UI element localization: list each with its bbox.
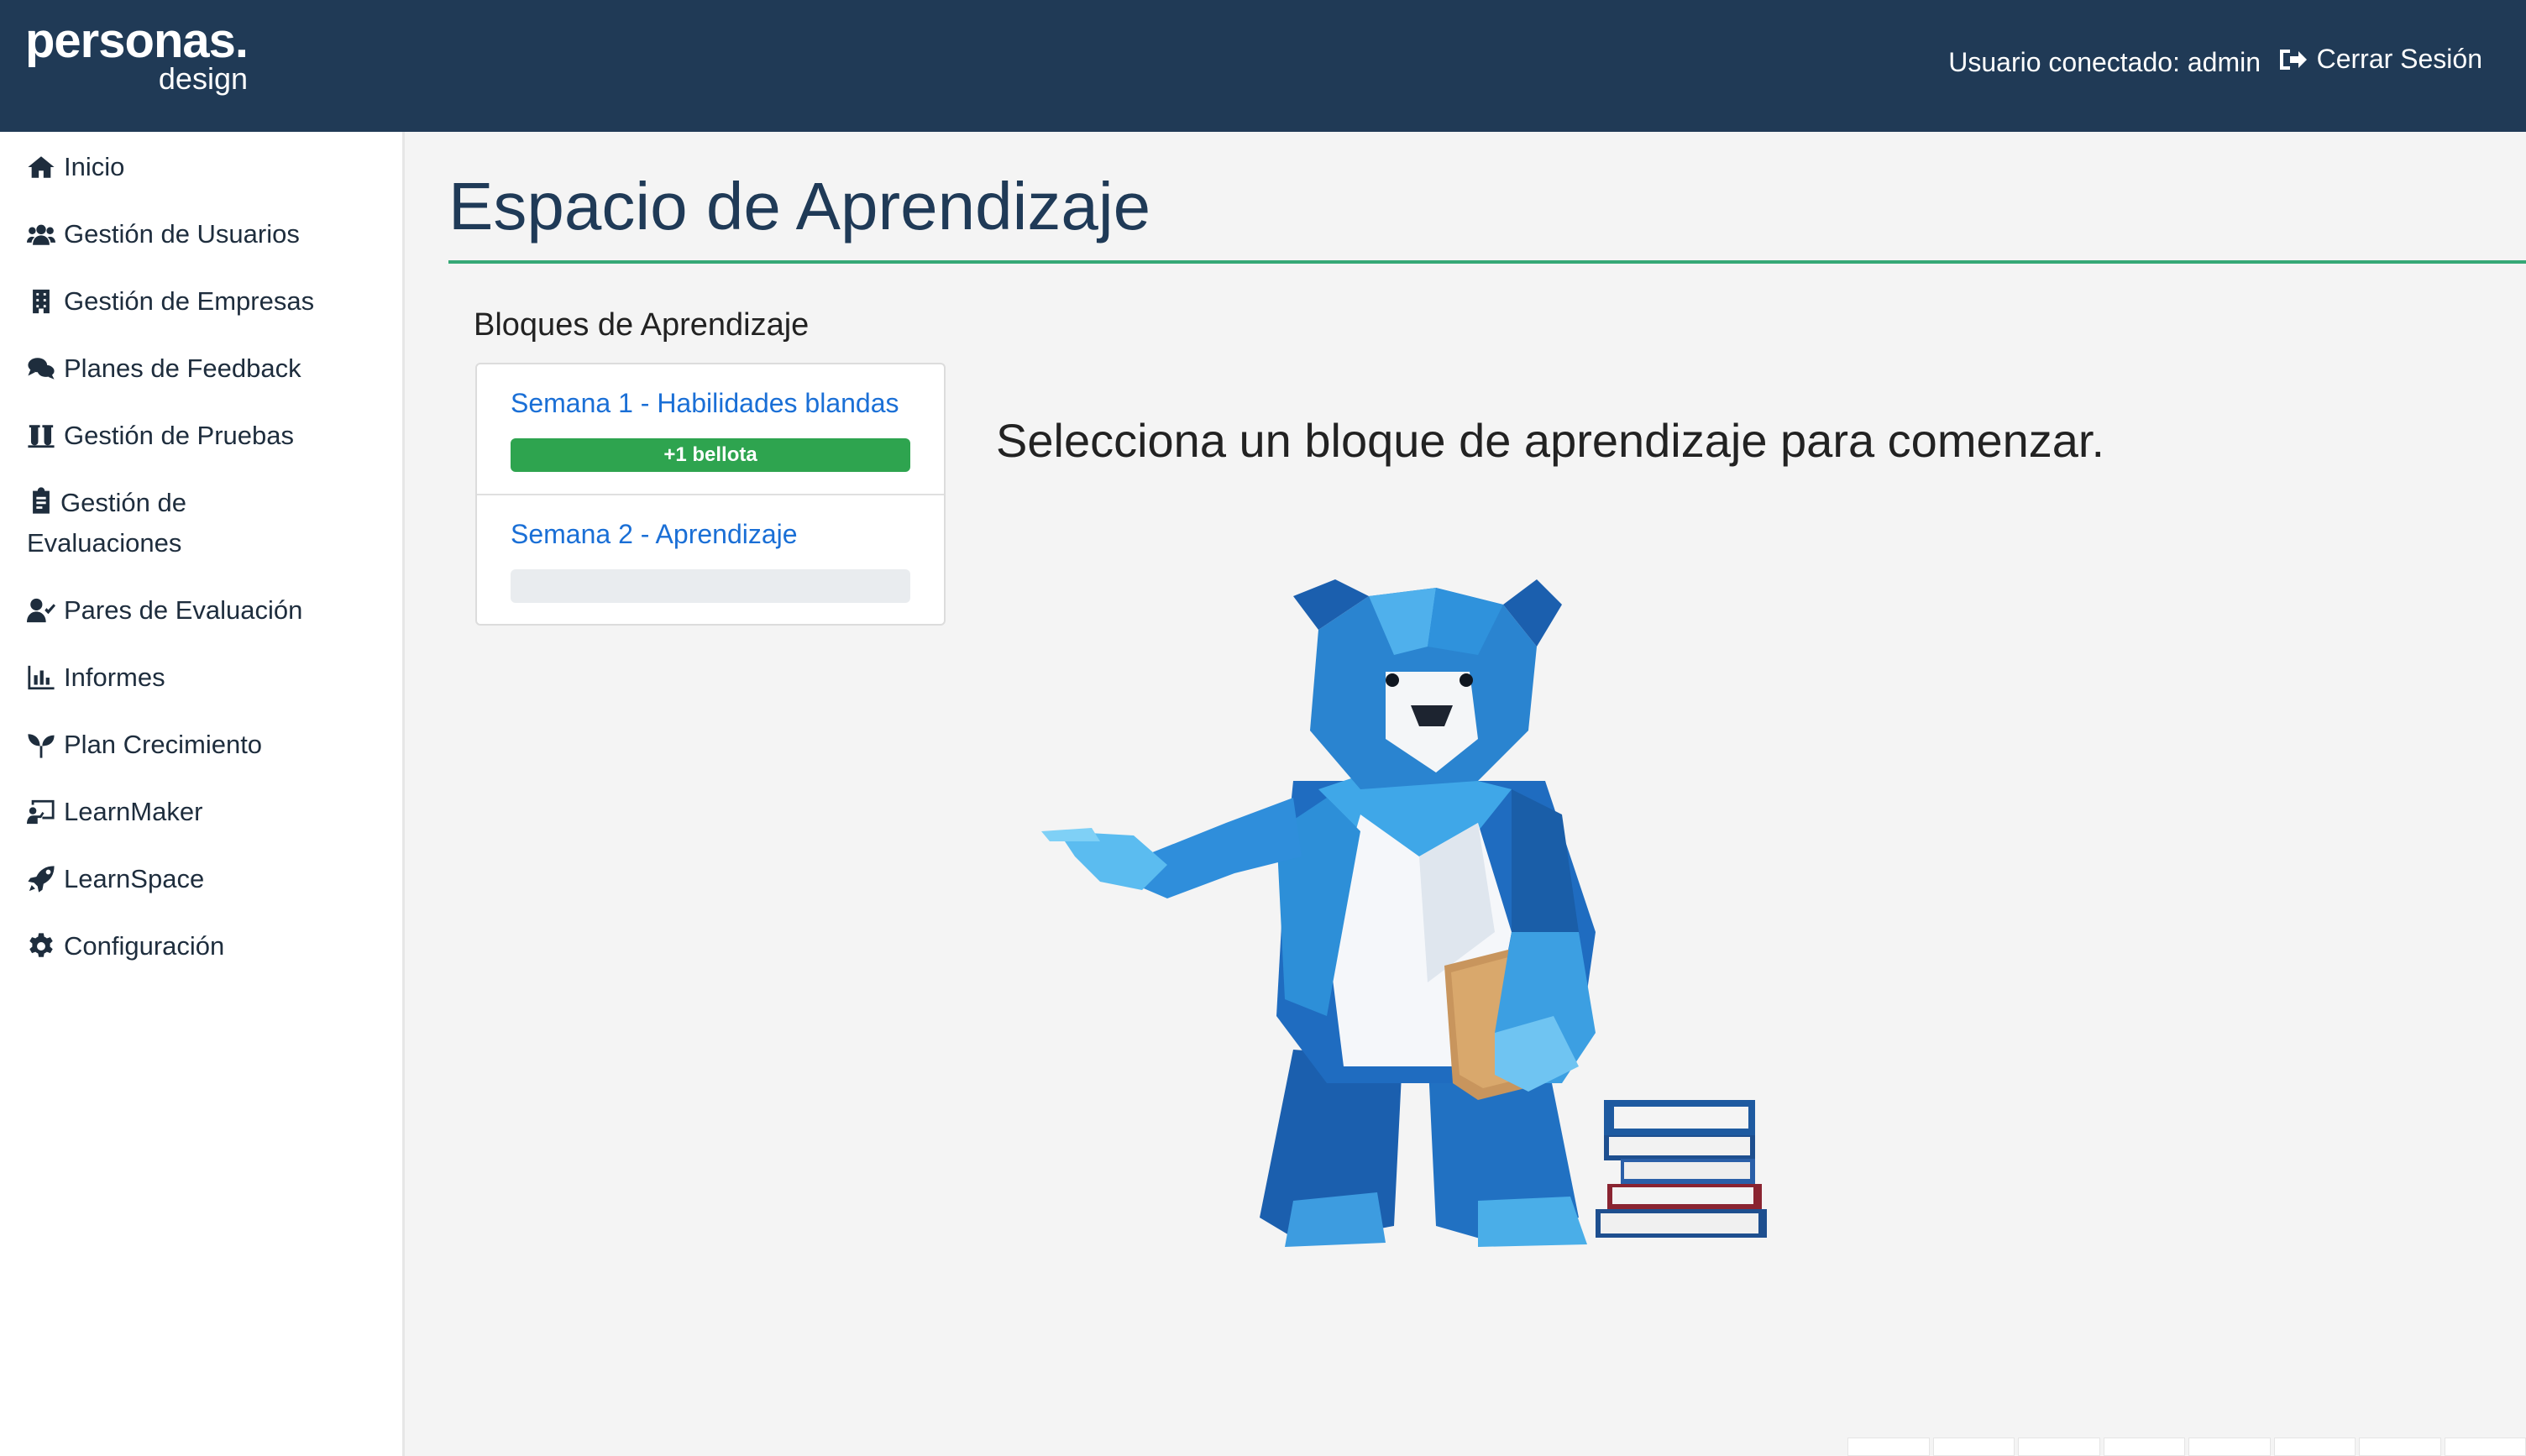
sidebar-item-label: Gestión de Usuarios	[64, 219, 300, 249]
users-icon	[27, 224, 55, 245]
sidebar-item-pruebas[interactable]: Gestión de Pruebas	[27, 416, 380, 456]
page-title: Espacio de Aprendizaje	[448, 169, 1151, 244]
sidebar-item-label: Inicio	[64, 152, 125, 181]
sidebar-item-label: Gestión de Pruebas	[64, 421, 295, 450]
seedling-icon	[28, 734, 55, 758]
books-stack-icon	[1596, 1100, 1767, 1238]
logout-label: Cerrar Sesión	[2316, 44, 2482, 74]
sidebar-item-evaluaciones[interactable]: Gestión de Evaluaciones	[27, 483, 279, 563]
block-progress-fill: +1 bellota	[511, 438, 910, 472]
sidebar: Inicio Gestión de Usuarios Gestión de Em…	[0, 132, 405, 1456]
building-icon	[33, 289, 50, 314]
gear-icon	[29, 933, 53, 957]
home-icon	[28, 156, 55, 178]
logo[interactable]: personas. design	[25, 13, 249, 94]
sidebar-item-label: LearnSpace	[64, 864, 205, 893]
block-progress-bar: +1 bellota	[511, 438, 910, 472]
vials-icon	[28, 425, 55, 448]
sidebar-item-label: Configuración	[64, 931, 225, 961]
sign-out-icon	[2279, 49, 2307, 70]
learning-block-link[interactable]: Semana 1 - Habilidades blandas	[511, 388, 899, 419]
logout-button[interactable]: Cerrar Sesión	[2278, 44, 2482, 75]
clipboard-icon	[33, 487, 50, 514]
sidebar-item-label: Pares de Evaluación	[64, 595, 303, 625]
sidebar-item-learnspace[interactable]: LearnSpace	[27, 859, 380, 899]
sidebar-item-learnmaker[interactable]: LearnMaker	[27, 792, 380, 832]
sidebar-item-usuarios[interactable]: Gestión de Usuarios	[27, 214, 380, 254]
sidebar-item-feedback[interactable]: Planes de Feedback	[27, 348, 380, 389]
sidebar-item-crecimiento[interactable]: Plan Crecimiento	[27, 725, 380, 765]
sidebar-item-label: Plan Crecimiento	[64, 730, 263, 759]
blocks-heading: Bloques de Aprendizaje	[474, 307, 810, 343]
connected-user-label: Usuario conectado: admin	[1948, 47, 2261, 77]
bottom-toolbar-strip	[1847, 1438, 2526, 1456]
sidebar-item-inicio[interactable]: Inicio	[27, 147, 380, 187]
title-divider	[448, 260, 2526, 264]
learning-blocks-list: Semana 1 - Habilidades blandas +1 bellot…	[475, 363, 946, 626]
sidebar-item-pares[interactable]: Pares de Evaluación	[27, 590, 380, 631]
sidebar-item-label: Gestión de Empresas	[64, 286, 315, 316]
origami-bear-teacher-icon	[1041, 579, 1767, 1247]
sidebar-item-label: LearnMaker	[64, 797, 203, 826]
top-header: personas. design Usuario conectado: admi…	[0, 0, 2526, 132]
sidebar-item-empresas[interactable]: Gestión de Empresas	[27, 281, 380, 322]
user-check-icon	[27, 598, 55, 623]
learning-block-item[interactable]: Semana 1 - Habilidades blandas +1 bellot…	[477, 364, 944, 495]
sidebar-item-label: Informes	[64, 663, 165, 692]
comments-icon	[28, 358, 55, 380]
rocket-icon	[28, 866, 55, 893]
chart-icon	[28, 665, 55, 690]
learning-block-link[interactable]: Semana 2 - Aprendizaje	[511, 519, 798, 550]
sidebar-item-label: Planes de Feedback	[64, 354, 301, 383]
sidebar-item-informes[interactable]: Informes	[27, 657, 380, 698]
chalkboard-icon	[27, 799, 55, 825]
learning-block-item[interactable]: Semana 2 - Aprendizaje	[477, 495, 944, 625]
block-progress-bar	[511, 569, 910, 603]
select-block-prompt: Selecciona un bloque de aprendizaje para…	[996, 414, 2105, 467]
sidebar-item-configuracion[interactable]: Configuración	[27, 926, 380, 966]
